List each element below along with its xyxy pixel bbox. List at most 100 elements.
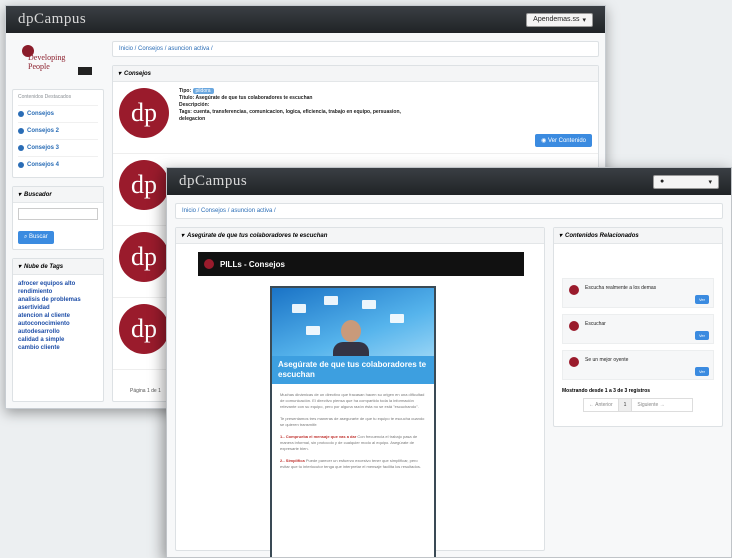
search-panel: ▾ Buscador ⌕ Buscar: [12, 186, 104, 250]
tag-link[interactable]: calidad a simple: [18, 336, 98, 344]
tags-panel-title: Nube de Tags: [24, 263, 64, 270]
item-title: Título: Asegúrate de que tus colaborador…: [179, 95, 313, 101]
dp-logo: dp: [119, 232, 169, 282]
chevron-down-icon: ▾: [708, 178, 712, 186]
pill-card: Asegúrate de que tus colaboradores te es…: [270, 286, 436, 557]
user-name: Apendemas.ss: [533, 16, 580, 23]
bullet-icon: [18, 145, 24, 151]
logo: Developing People: [12, 41, 104, 81]
email-icon: [362, 300, 376, 309]
pill-heading: 2.- Simplifica: [280, 458, 305, 463]
consejos-header: ▾ Consejos: [113, 66, 598, 82]
item-tags: Tags: cuenta, transferencias, comunicaci…: [179, 109, 401, 115]
bullet-icon: [18, 128, 24, 134]
tag-link[interactable]: asertividad: [18, 304, 98, 312]
category-panel: Contenidos Destacados Consejos Consejos …: [12, 89, 104, 178]
category-label: Consejos: [27, 111, 55, 117]
related-label: Se un mejor oyente: [585, 357, 629, 363]
chevron-down-icon: ▾: [559, 233, 563, 239]
tag-link[interactable]: autodesarrollo: [18, 328, 98, 336]
chevron-down-icon: ▾: [18, 192, 22, 198]
tag-link[interactable]: analisis de problemas: [18, 296, 98, 304]
chevron-down-icon: ▾: [118, 71, 122, 77]
search-button[interactable]: ⌕ Buscar: [18, 231, 54, 244]
tag-link[interactable]: autoconocimiento: [18, 320, 98, 328]
dp-logo: [204, 259, 214, 269]
category-label: Consejos 3: [27, 145, 60, 151]
brand-title: dpCampus: [18, 11, 87, 27]
user-menu-button[interactable]: Apendemas.ss ▾: [526, 12, 593, 27]
category-item[interactable]: Consejos 3: [18, 139, 98, 156]
dp-logo: [569, 285, 579, 295]
tag-link[interactable]: cambio cliente: [18, 344, 98, 352]
brand-title: dpCampus: [179, 173, 248, 189]
view-button[interactable]: Ver: [694, 331, 709, 340]
consejos-title: Consejos: [124, 70, 152, 77]
pill-illustration: [272, 288, 434, 360]
prev-page-button[interactable]: ← Anterior: [584, 399, 619, 411]
email-icon: [306, 326, 320, 335]
related-title: Contenidos Relacionados: [565, 232, 639, 239]
top-bar: dpCampus Apendemas.ss ▾: [6, 6, 605, 33]
logo-text: Developing People: [28, 53, 66, 71]
records-count: Mostrando desde 1 a 3 de 3 registros: [562, 388, 651, 394]
tag-link[interactable]: atencion al cliente: [18, 312, 98, 320]
tipo-label: Tipo:: [179, 88, 192, 94]
pagination: ← Anterior 1 Siguiente →: [583, 398, 693, 412]
dp-logo: dp: [119, 160, 169, 210]
related-item: Escuchar Ver: [562, 314, 714, 344]
chevron-down-icon: ▾: [18, 264, 22, 270]
view-button[interactable]: Ver: [694, 367, 709, 376]
sidebar: Developing People Contenidos Destacados C…: [12, 41, 104, 402]
category-intro: Contenidos Destacados: [18, 94, 72, 100]
bullet-icon: [18, 111, 24, 117]
view-content-button[interactable]: ◉ Ver Contenido: [535, 134, 592, 147]
stage: dpCampus Apendemas.ss ▾ Developing People…: [0, 0, 732, 558]
item-description: Descripción:: [179, 102, 210, 108]
pill-title: Asegúrate de que tus colaboradores te es…: [272, 356, 434, 384]
front-body: Inicio / Consejos / asuncion activa / ▾ A…: [167, 195, 731, 557]
breadcrumb[interactable]: Inicio / Consejos / asuncion activa /: [175, 203, 723, 219]
tipo-badge: pildora: [192, 88, 214, 94]
category-item[interactable]: Consejos 4: [18, 156, 98, 173]
current-page[interactable]: 1: [618, 399, 633, 411]
email-icon: [292, 304, 306, 313]
related-item: Se un mejor oyente Ver: [562, 350, 714, 380]
pill-panel-header: ▾ Asegúrate de que tus colaboradores te e…: [176, 228, 544, 244]
bullet-icon: [18, 162, 24, 168]
search-button-label: Buscar: [29, 234, 48, 240]
related-label: Escuchar: [585, 321, 606, 327]
pills-banner: PILLs - Consejos: [198, 252, 524, 276]
pills-banner-label: PILLs - Consejos: [220, 259, 285, 269]
tag-link[interactable]: afrocer equipos alto rendimiento: [18, 280, 98, 296]
front-columns: ▾ Asegúrate de que tus colaboradores te e…: [175, 227, 723, 557]
view-content-label: Ver Contenido: [547, 138, 586, 144]
view-button[interactable]: Ver: [694, 295, 709, 304]
user-menu-button[interactable]: ● ▾: [653, 174, 719, 189]
search-panel-header: ▾ Buscador: [13, 187, 103, 203]
pill-paragraph: Te presentamos tres maneras de asegurart…: [280, 416, 425, 427]
logo-badge: [78, 67, 92, 75]
dp-logo: [569, 321, 579, 331]
dp-logo: dp: [119, 88, 169, 138]
pill-heading: 1.- Comprueba el mensaje que vas a dar: [280, 434, 357, 439]
category-item[interactable]: Consejos: [18, 105, 98, 122]
eye-icon: ◉: [541, 138, 548, 144]
pill-paragraph: Muchas dinámicas de un directivo que fra…: [280, 392, 425, 409]
category-item[interactable]: Consejos 2: [18, 122, 98, 139]
next-page-button[interactable]: Siguiente →: [632, 399, 669, 411]
chevron-down-icon: ▾: [181, 233, 185, 239]
related-list: Escucha realmente a los demas Ver Escucha…: [554, 244, 722, 380]
top-bar: dpCampus ● ▾: [167, 168, 731, 195]
person-figure: [333, 320, 369, 360]
email-icon: [324, 296, 338, 305]
category-label: Consejos 2: [27, 128, 60, 134]
tags-panel-header: ▾ Nube de Tags: [13, 259, 103, 275]
breadcrumb[interactable]: Inicio / Consejos / asuncion activa /: [112, 41, 599, 57]
related-header: ▾ Contenidos Relacionados: [554, 228, 722, 244]
related-panel: ▾ Contenidos Relacionados Escucha realmen…: [553, 227, 723, 427]
item-meta: Tipo: pildora Título: Asegúrate de que t…: [179, 88, 401, 147]
search-input[interactable]: [18, 208, 98, 220]
tag-cloud: afrocer equipos alto rendimiento analisi…: [13, 275, 103, 357]
related-item: Escucha realmente a los demas Ver: [562, 278, 714, 308]
